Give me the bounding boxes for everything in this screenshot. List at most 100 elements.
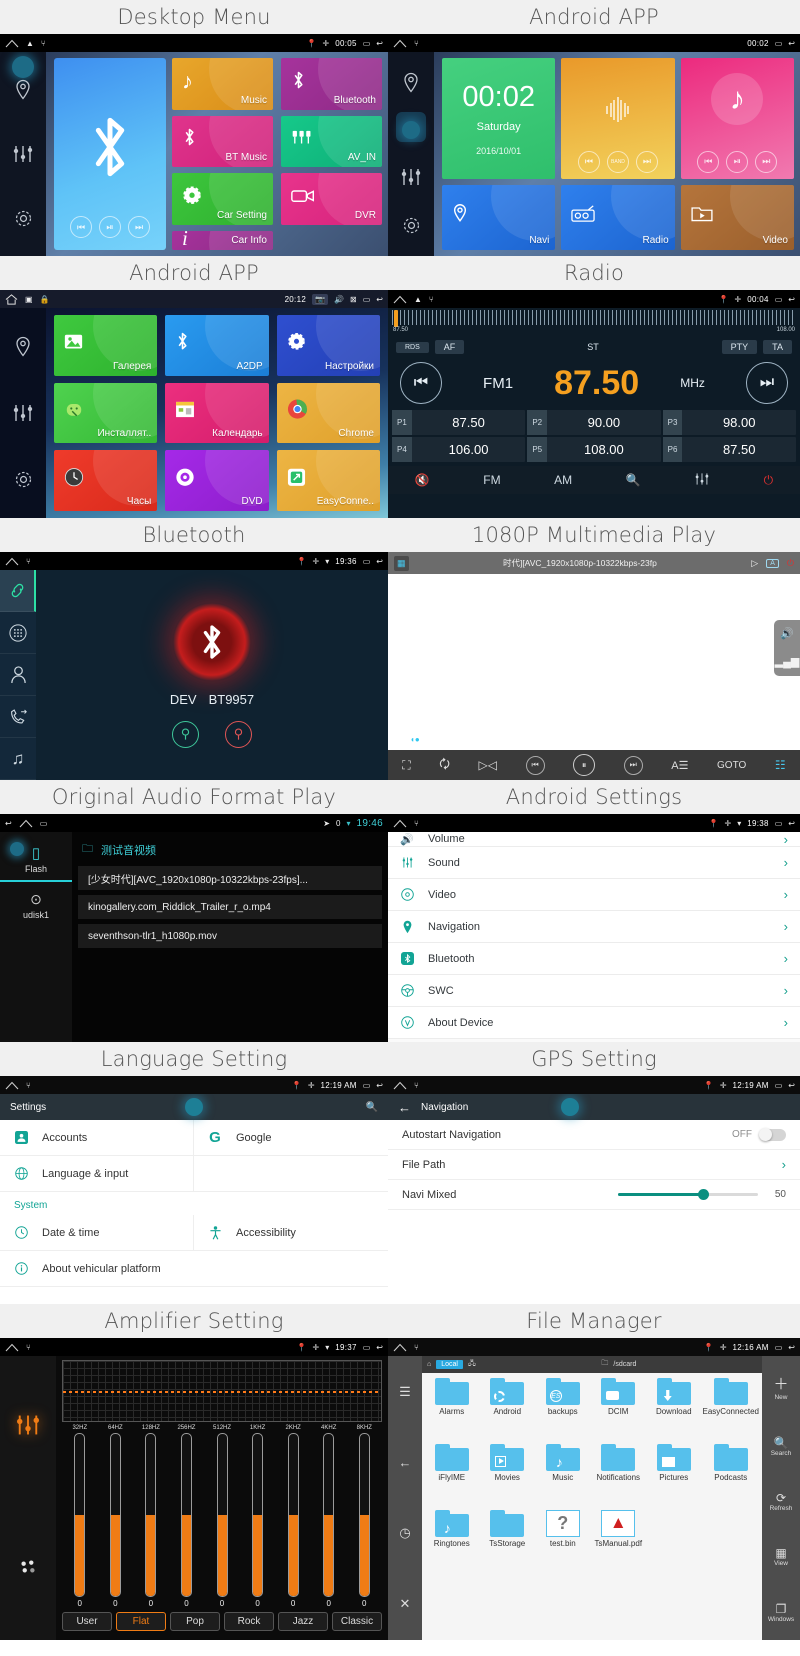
app-chrome[interactable]: Chrome [276,382,380,444]
navi-mixed-slider[interactable] [618,1189,758,1200]
volume-icon[interactable]: 🔊 [780,627,794,640]
eq-band[interactable]: 32HZ 0 [62,1425,98,1608]
rail-call-log[interactable] [0,696,36,738]
band-fader[interactable] [74,1433,86,1597]
preset-flat[interactable]: Flat [116,1612,166,1631]
eq-band[interactable]: 128HZ 0 [133,1425,169,1608]
play-pause-button[interactable]: ⏯ [99,216,121,238]
equalizer-icon[interactable] [12,143,34,165]
location-pin-icon[interactable] [14,79,32,101]
fm-action-refresh[interactable]: ⟳ Refresh [770,1491,793,1512]
fm-item-tsmanual-pdf[interactable]: ▲ TsManual.pdf [591,1510,647,1576]
settings-row-sound[interactable]: Sound › [388,847,800,879]
recents-icon[interactable]: ▭ [775,295,783,304]
fm-item-download[interactable]: Download [646,1378,702,1444]
recents-icon[interactable]: ▭ [363,1081,371,1090]
fm-item-ringtones[interactable]: ♪ Ringtones [424,1510,480,1576]
history-icon[interactable]: ◷ [399,1525,410,1541]
fm-action-windows[interactable]: ❐ Windows [768,1602,794,1623]
preset-user[interactable]: User [62,1612,112,1631]
band-fader[interactable] [323,1433,335,1597]
tile-radio[interactable]: Radio [561,184,675,250]
home-icon[interactable] [5,557,19,566]
power-icon[interactable]: ⏻ [787,558,794,569]
app-installer[interactable]: Инсталлят.. [54,382,158,444]
back-icon[interactable]: ↩ [788,39,795,48]
home-icon[interactable] [5,293,18,305]
app-kalendar[interactable]: Календарь [165,382,269,444]
fm-item-iflyime[interactable]: iFlyIME [424,1444,480,1510]
back-icon[interactable]: ↩ [376,295,383,304]
gear-icon[interactable] [13,469,34,490]
preset-p4[interactable]: P4 106.00 [392,437,526,462]
equalizer-tab[interactable] [15,1412,41,1443]
band-button[interactable]: BAND [606,150,629,173]
back-icon[interactable]: ↩ [788,819,795,828]
fm-item-backups[interactable]: ES backups [535,1378,591,1444]
tile-dvr[interactable]: DVR [281,173,382,225]
fm-item-pictures[interactable]: Pictures [646,1444,702,1510]
gps-row-autostart[interactable]: Autostart Navigation OFF [388,1120,800,1150]
back-icon[interactable]: ↩ [376,557,383,566]
recents-icon[interactable]: ▭ [775,819,783,828]
fm-item-android[interactable]: Android [480,1378,536,1444]
tile-av-in[interactable]: AV_IN [281,115,382,168]
recents-icon[interactable]: ▭ [775,1081,783,1090]
play-pause-button[interactable]: ⏯ [726,150,749,173]
home-icon[interactable]: ⌂ [427,1361,431,1368]
balance-tab[interactable] [16,1555,40,1584]
band-fader[interactable] [287,1433,299,1597]
rds-chip[interactable]: RDS [396,341,429,353]
recents-icon[interactable]: ▭ [363,39,371,48]
band-fader[interactable] [252,1433,264,1597]
next-icon[interactable]: ⏭ [623,755,643,775]
recents-icon[interactable]: ▭ [775,1343,783,1352]
tile-bluetooth[interactable]: Bluetooth [281,58,382,110]
preset-rock[interactable]: Rock [224,1612,274,1631]
fm-item-notifications[interactable]: Notifications [591,1444,647,1510]
fm-item-easyconnected[interactable]: EasyConnected [702,1378,760,1444]
widget-radio[interactable]: ⏮ BAND ⏭ [561,58,675,179]
fm-item-movies[interactable]: Movies [480,1444,536,1510]
fm-action-view[interactable]: ▦ View [774,1546,788,1567]
app-a2dp[interactable]: A2DP [165,315,269,376]
power-icon[interactable]: ⏻ [764,473,774,488]
goto-button[interactable]: GOTO [717,760,746,771]
fm-item-dcim[interactable]: DCIM [591,1378,647,1444]
volume-panel[interactable]: 🔊 ▂▄▆ [774,619,800,676]
location-pin-icon[interactable] [402,72,420,94]
tile-car-setting[interactable]: Car Setting [172,173,273,225]
frequency-scale[interactable]: 87.50 108.00 [388,310,800,338]
widget-music[interactable]: ♪ ⏮ ⏯ ⏭ [680,58,794,179]
settings-row-swc[interactable]: SWC › [388,975,800,1007]
settings-row-video[interactable]: Video › [388,879,800,911]
settings-row-accessibility[interactable]: Accessibility [194,1215,388,1251]
seek-up-button[interactable]: ⏭ [745,362,788,404]
home-icon[interactable] [393,819,407,828]
screenshot-icon[interactable]: 📷 [312,293,329,305]
location-pin-icon[interactable] [14,336,32,358]
play-icon[interactable]: ▷ [751,558,758,569]
back-arrow-icon[interactable]: ← [399,1455,412,1470]
fm-item-tsstorage[interactable]: TsStorage [480,1510,536,1576]
repeat-icon[interactable]: 🗘 [439,755,450,776]
settings-row-language-input[interactable]: Language & input [0,1156,194,1192]
app-easyconnected[interactable]: EasyConne.. [276,450,380,512]
settings-row-bluetooth[interactable]: Bluetooth › [388,943,800,975]
recents-icon[interactable]: ▭ [363,295,371,304]
fm-item-music[interactable]: ♪ Music [535,1444,591,1510]
settings-row-accounts[interactable]: Accounts [0,1120,194,1156]
settings-row-date-time[interactable]: Date & time [0,1215,194,1251]
fm-item-test-bin[interactable]: ? test.bin [535,1510,591,1576]
prev-icon[interactable]: ⏮ [525,755,545,775]
back-icon[interactable]: ↩ [788,295,795,304]
preset-p6[interactable]: P6 87.50 [662,437,796,462]
band-fader[interactable] [109,1433,121,1597]
close-icon[interactable]: ✕ [400,1596,411,1612]
seek-down-button[interactable]: ⏮ [400,362,442,404]
band-fader[interactable] [216,1433,228,1597]
eq-band[interactable]: 2KHZ 0 [275,1425,311,1608]
home-icon[interactable] [5,1343,19,1352]
rail-bt-music[interactable]: ♫ [0,738,36,780]
disconnect-icon[interactable]: ⚲ [225,720,252,748]
